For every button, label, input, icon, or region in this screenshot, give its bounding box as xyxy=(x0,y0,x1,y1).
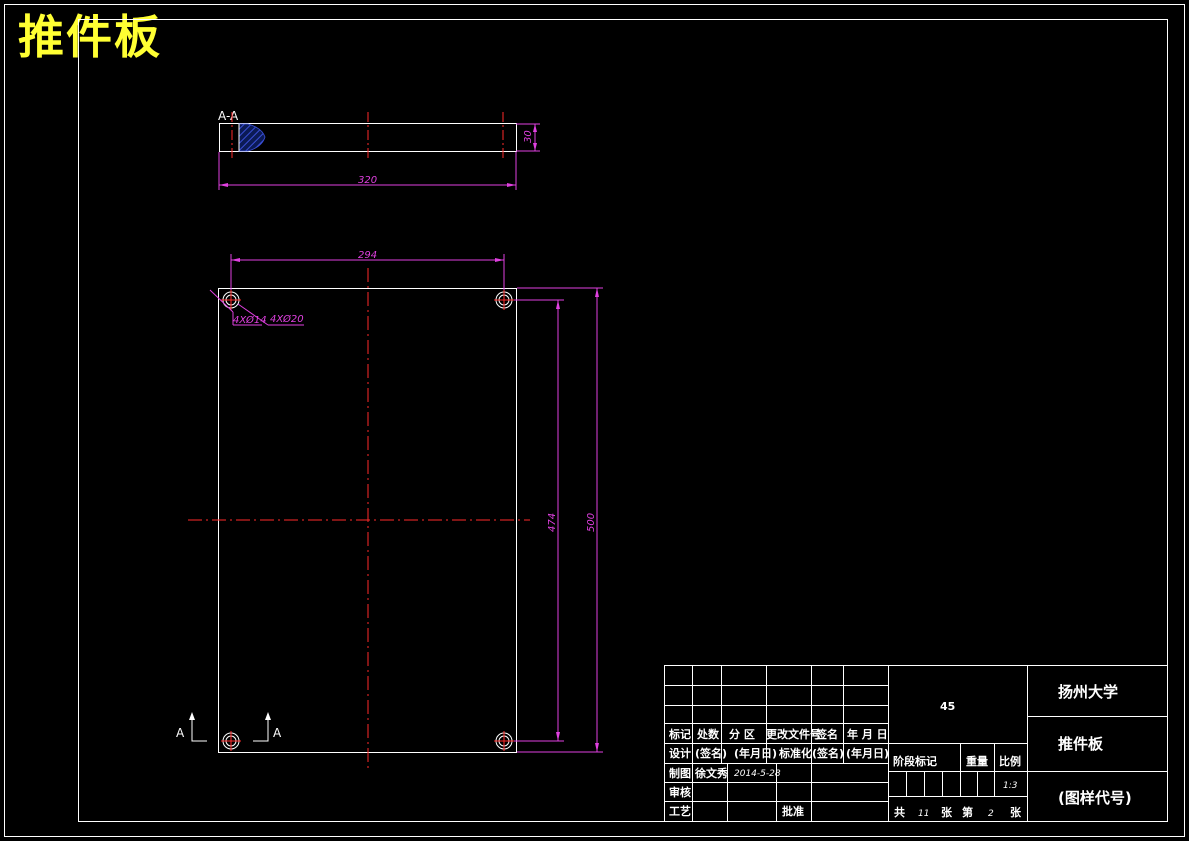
tb-header-change-doc: 更改文件号 xyxy=(766,727,821,741)
plan-view: 294 474 500 4XØ14 4XØ20 A A xyxy=(176,250,603,772)
tb-total-prefix: 共 xyxy=(894,805,905,819)
hole-bottom-left xyxy=(221,731,241,751)
tb-design-label: 设计 xyxy=(669,746,691,760)
outer-frame xyxy=(4,4,1185,837)
section-view: A-A 320 30 xyxy=(218,109,540,190)
section-marker-right: A xyxy=(273,726,282,740)
tb-weight: 重量 xyxy=(966,754,988,768)
tb-drawing-code: (图样代号) xyxy=(1058,789,1132,807)
tb-drawn-date: 2014-5-28 xyxy=(734,769,781,779)
tb-scale: 比例 xyxy=(999,754,1021,768)
tb-total-suffix: 张 xyxy=(941,805,953,819)
tb-stage-mark: 阶段标记 xyxy=(893,754,937,768)
tb-header-zone: 分 区 xyxy=(729,727,755,741)
section-view-label: A-A xyxy=(218,109,239,123)
tb-design-sign: (签名) xyxy=(695,746,727,760)
dim-length: 320 xyxy=(358,175,377,186)
tb-standard-label: 标准化 xyxy=(778,746,812,760)
tb-sheet-prefix: 第 xyxy=(962,805,973,819)
tb-header-count: 处数 xyxy=(696,727,720,741)
section-marker-left: A xyxy=(176,726,185,740)
dim-hole-spacing-y: 474 xyxy=(547,513,558,532)
dim-thickness: 30 xyxy=(523,130,534,143)
tb-standard-sign: (签名) xyxy=(812,746,844,760)
hole-top-left xyxy=(221,290,241,310)
tb-header-signature: 签名 xyxy=(815,727,838,741)
tb-process-label: 工艺 xyxy=(669,804,691,818)
tb-header-mark: 标记 xyxy=(668,727,691,741)
tb-design-date: (年月日) xyxy=(734,746,777,760)
tb-material: 45 xyxy=(940,700,955,713)
hole-bottom-right xyxy=(494,731,514,751)
tb-sheet-number: 2 xyxy=(988,809,994,819)
tb-total-count: 11 xyxy=(918,809,929,819)
cad-drawing: A-A 320 30 294 474 500 4XØ14 4XØ20 A A 标… xyxy=(4,4,1185,837)
tb-school: 扬州大学 xyxy=(1058,683,1118,701)
tb-standard-date: (年月日) xyxy=(846,746,889,760)
tb-part-name: 推件板 xyxy=(1058,735,1104,753)
tb-header-date: 年 月 日 xyxy=(847,727,888,741)
tb-approve-label: 批准 xyxy=(782,804,804,818)
section-hatch xyxy=(238,123,266,152)
callout-large-holes: 4XØ20 xyxy=(270,313,304,325)
tb-sheet-suffix: 张 xyxy=(1010,805,1022,819)
hole-top-right xyxy=(494,290,514,310)
tb-drawn-label: 制图 xyxy=(669,766,691,780)
dim-height: 500 xyxy=(586,513,597,532)
tb-scale-value: 1:3 xyxy=(1003,781,1018,791)
tb-check-label: 审核 xyxy=(669,785,691,799)
dim-hole-spacing-x: 294 xyxy=(358,250,377,261)
tb-drawn-name: 徐文秀 xyxy=(694,766,728,780)
